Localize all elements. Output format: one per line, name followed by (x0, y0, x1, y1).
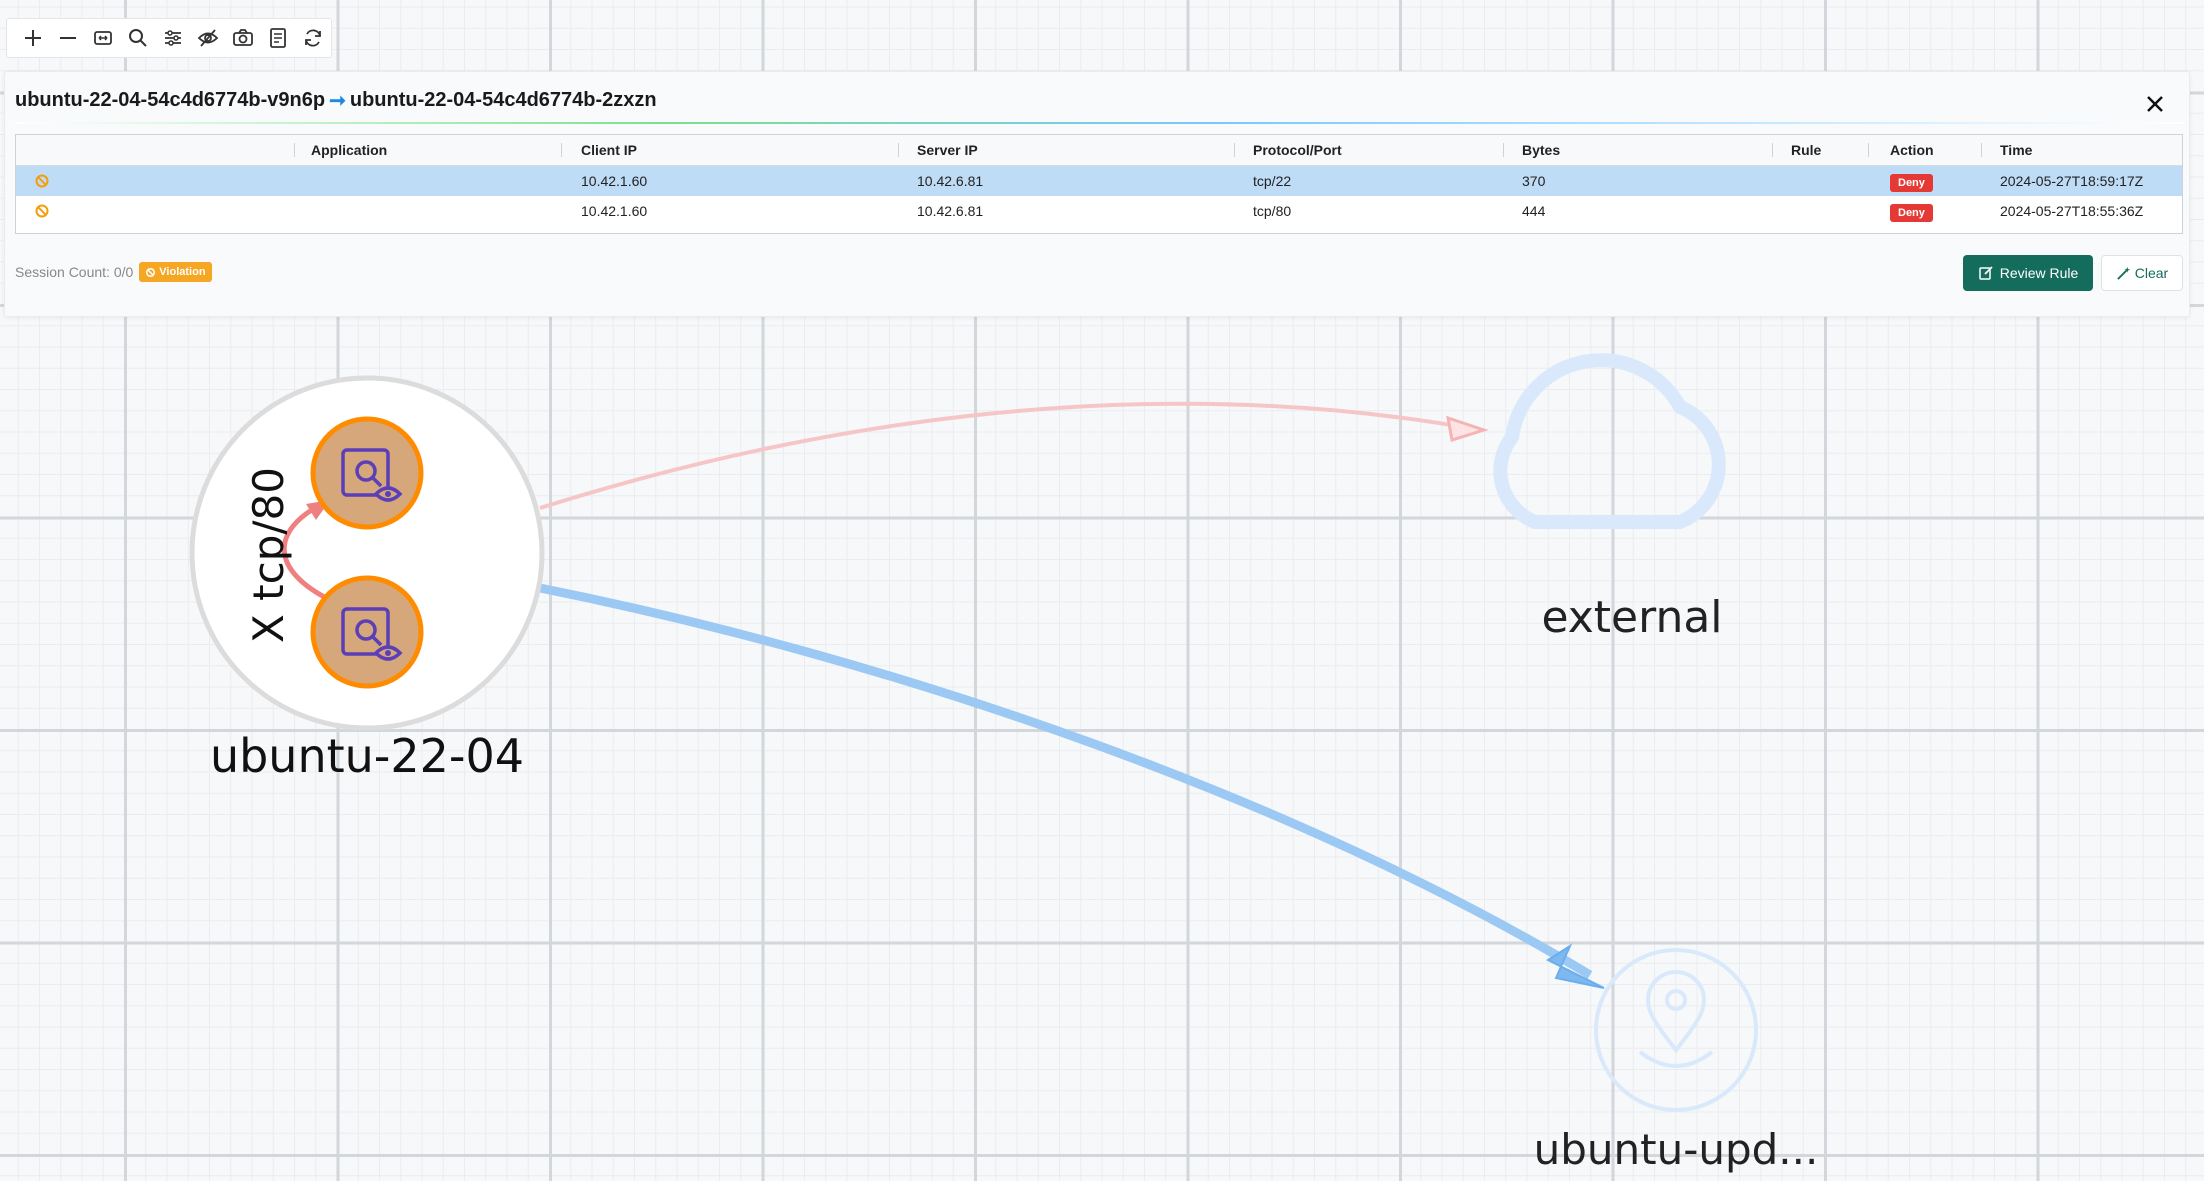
pod-node-2zxzn[interactable] (310, 575, 424, 689)
screenshot-button[interactable] (227, 22, 258, 54)
cloud-icon (1493, 353, 1726, 529)
violation-ban-icon (35, 174, 49, 188)
minus-icon (59, 37, 76, 39)
destination-pod-name: ubuntu-22-04-54c4d6774b-2zxzn (349, 89, 657, 111)
fit-view-icon (93, 31, 112, 45)
session-count-text: Session Count: 0/0 (15, 264, 134, 280)
violation-label: Violation (159, 266, 206, 278)
cell-bytes: 370 (1522, 173, 1546, 189)
hide-toggle-button[interactable] (192, 22, 223, 54)
column-header-action[interactable]: Action (1890, 135, 1934, 165)
edit-icon (1978, 266, 1993, 280)
camera-icon (232, 29, 253, 46)
pod-node-v9n6p[interactable] (310, 416, 424, 530)
edge-to-external[interactable] (539, 401, 1481, 510)
cell-protocol-port: tcp/22 (1253, 173, 1292, 189)
plus-icon (24, 30, 41, 46)
graph-toolbar (6, 18, 332, 58)
column-header-application[interactable]: Application (311, 135, 387, 165)
zoom-out-button[interactable] (52, 22, 83, 54)
cell-client-ip: 10.42.1.60 (581, 173, 648, 189)
column-header-time[interactable]: Time (2000, 135, 2032, 165)
sliders-icon (164, 30, 181, 46)
search-button[interactable] (122, 22, 153, 54)
column-header-client-ip[interactable]: Client IP (581, 135, 637, 165)
ban-icon (146, 267, 156, 277)
clear-label: Clear (2134, 265, 2169, 281)
column-separator (1772, 143, 1773, 157)
refresh-button[interactable] (297, 22, 328, 54)
cell-action: Deny (1890, 196, 1933, 226)
source-pod-name: ubuntu-22-04-54c4d6774b-v9n6p (15, 89, 326, 111)
fit-view-button[interactable] (87, 22, 118, 54)
close-icon[interactable] (2143, 92, 2167, 116)
column-separator (1234, 143, 1235, 157)
table-row[interactable]: 10.42.1.60 10.42.6.81 tcp/22 370 Deny 20… (16, 166, 2182, 196)
zoom-in-button[interactable] (17, 22, 48, 54)
column-separator (898, 143, 899, 157)
deny-badge: Deny (1890, 174, 1933, 192)
cell-bytes: 444 (1522, 203, 1546, 219)
cell-action: Deny (1890, 166, 1933, 196)
cell-time: 2024-05-27T18:59:17Z (2000, 173, 2144, 189)
review-rule-label: Review Rule (1999, 265, 2079, 281)
column-header-bytes[interactable]: Bytes (1522, 135, 1560, 165)
magic-wand-icon (2116, 266, 2130, 280)
ubuntu-update-label: ubuntu-upd... (1534, 1125, 1819, 1174)
location-pin-icon (1638, 970, 1714, 1068)
deny-badge: Deny (1890, 204, 1933, 222)
search-icon (128, 29, 147, 47)
cell-server-ip: 10.42.6.81 (917, 173, 984, 189)
group-label: ubuntu-22-04 (210, 729, 524, 783)
document-icon (269, 28, 286, 48)
violation-ban-icon (35, 204, 49, 218)
cell-server-ip: 10.42.6.81 (917, 203, 984, 219)
table-row[interactable]: 10.42.1.60 10.42.6.81 tcp/80 444 Deny 20… (16, 196, 2182, 226)
column-separator (1503, 143, 1504, 157)
external-label: external (1541, 592, 1722, 643)
eye-slash-icon (197, 29, 218, 47)
session-details-panel: ubuntu-22-04-54c4d6774b-v9n6p ➞ ubuntu-2… (4, 71, 2190, 317)
cell-protocol-port: tcp/80 (1253, 203, 1292, 219)
table-header: Application Client IP Server IP Protocol… (16, 135, 2182, 166)
cell-time: 2024-05-27T18:55:36Z (2000, 203, 2144, 219)
edge-label: X tcp/80 (244, 467, 293, 643)
edge-to-external-arrowhead (1446, 415, 1489, 442)
column-separator (1981, 143, 1982, 157)
edge-to-ubuntu-update[interactable] (539, 583, 1593, 979)
column-header-rule[interactable]: Rule (1791, 135, 1821, 165)
legend-button[interactable] (262, 22, 293, 54)
refresh-icon (304, 29, 321, 47)
conversation-title: ubuntu-22-04-54c4d6774b-v9n6p ➞ ubuntu-2… (15, 88, 657, 113)
column-separator (1868, 143, 1869, 157)
violation-badge: Violation (139, 262, 212, 282)
column-header-protocol-port[interactable]: Protocol/Port (1253, 135, 1342, 165)
column-header-server-ip[interactable]: Server IP (917, 135, 978, 165)
arrow-right-icon: ➞ (329, 90, 346, 112)
sessions-table: Application Client IP Server IP Protocol… (15, 134, 2183, 234)
column-separator (294, 143, 295, 157)
filter-settings-button[interactable] (157, 22, 188, 54)
cell-client-ip: 10.42.1.60 (581, 203, 648, 219)
review-rule-button[interactable]: Review Rule (1963, 255, 2093, 291)
session-count: Session Count: 0/0 Violation (15, 262, 212, 282)
external-node[interactable] (1493, 353, 1726, 529)
title-divider (15, 122, 2185, 124)
ubuntu-update-node[interactable] (1594, 948, 1758, 1112)
column-separator (561, 143, 562, 157)
clear-button[interactable]: Clear (2101, 255, 2183, 291)
